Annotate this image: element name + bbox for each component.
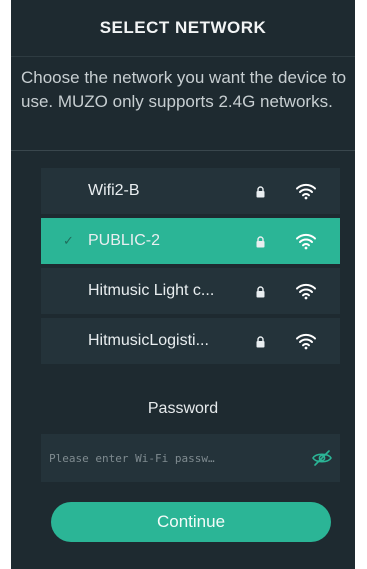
password-field-container [41,434,340,482]
network-description: Choose the network you want the device t… [21,68,347,111]
lock-icon [256,186,265,198]
network-name: Hitmusic Light c... [88,282,215,299]
title-divider [11,56,355,57]
lock-icon [256,286,265,298]
password-label: Password [147,400,219,417]
lock-icon [256,236,265,248]
network-list: Wifi2-B ✓ PUBLIC-2 Hitmusic Light c... H… [41,168,340,368]
network-name: Wifi2-B [88,182,140,199]
network-item-selected[interactable]: ✓ PUBLIC-2 [41,218,340,264]
continue-button[interactable]: Continue [51,502,331,542]
eye-slash-icon[interactable] [311,448,333,468]
wifi-icon [296,183,316,200]
lock-icon [256,336,265,348]
network-item[interactable]: HitmusicLogisti... [41,318,340,364]
wifi-icon [296,283,316,300]
network-item[interactable]: Hitmusic Light c... [41,268,340,314]
page-title: SELECT NETWORK [99,18,267,37]
network-name: HitmusicLogisti... [88,332,209,349]
wifi-icon [296,333,316,350]
wifi-icon [296,233,316,250]
password-input[interactable] [49,434,299,482]
network-name: PUBLIC-2 [88,232,161,249]
selected-check-icon: ✓ [63,233,74,248]
select-network-screen: SELECT NETWORK Choose the network you wa… [11,0,355,569]
description-divider [11,150,355,151]
network-item[interactable]: Wifi2-B [41,168,340,214]
